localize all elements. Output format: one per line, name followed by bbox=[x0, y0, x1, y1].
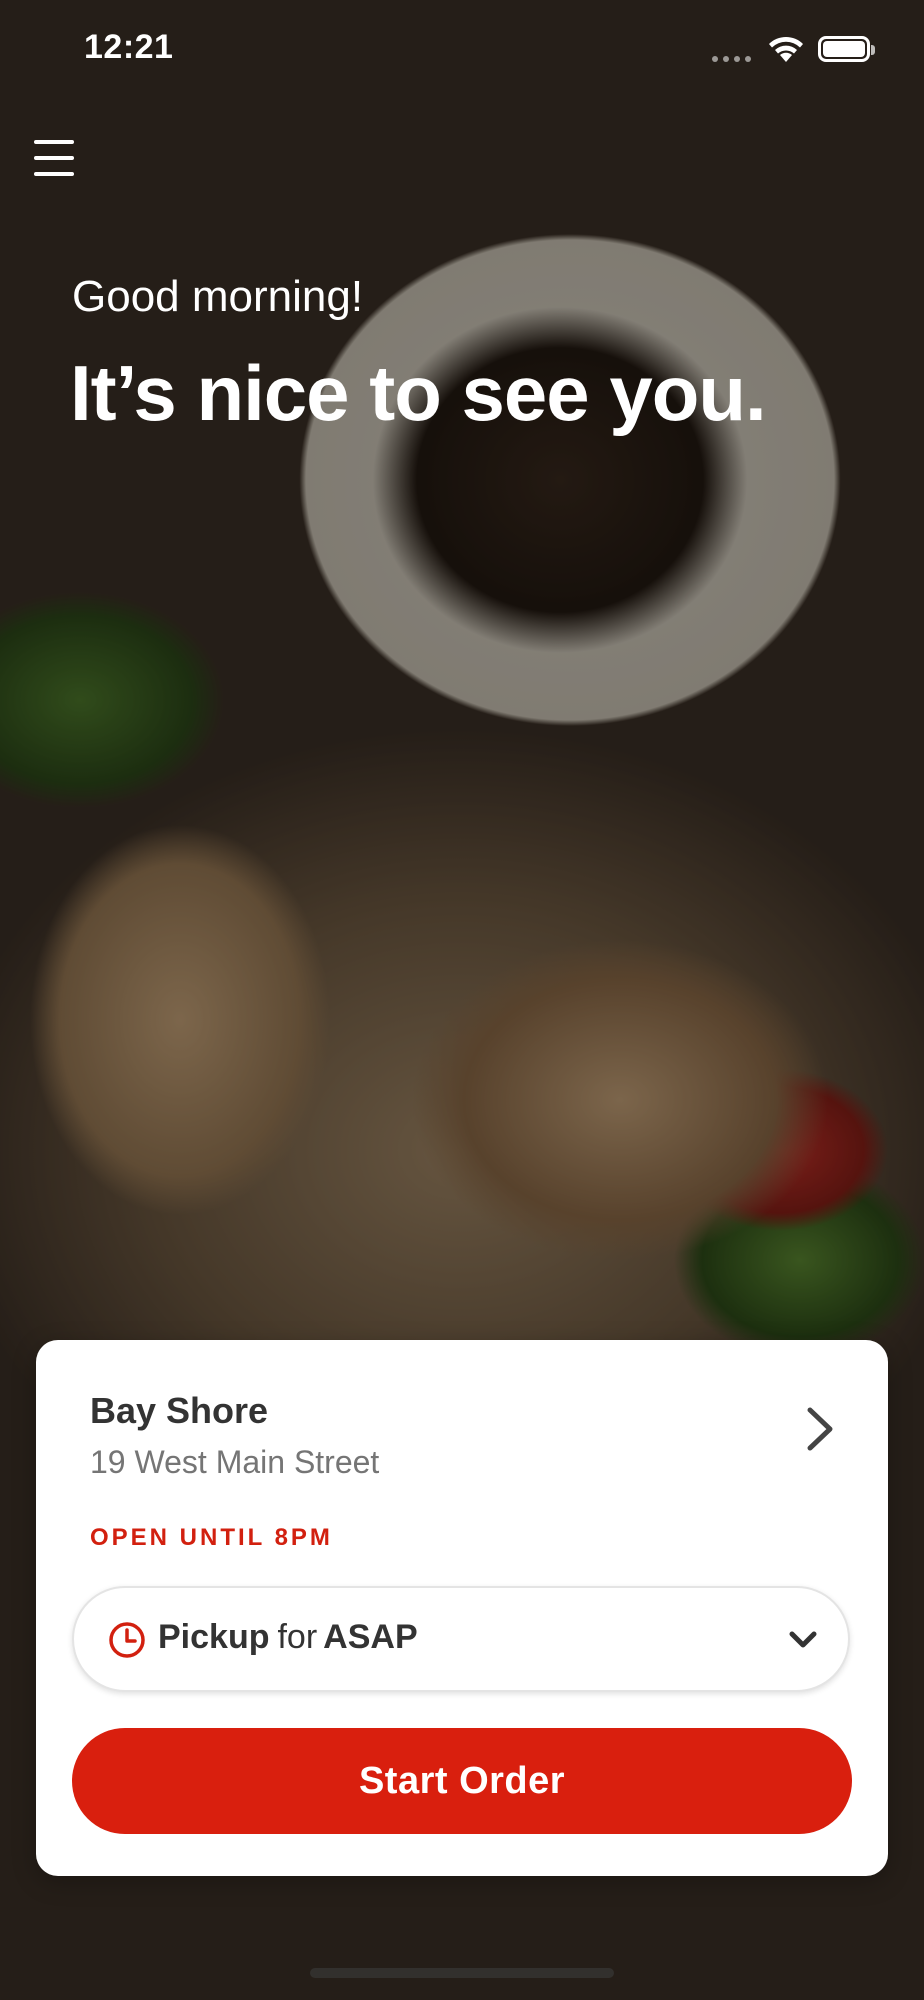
wifi-icon bbox=[769, 36, 803, 62]
order-mode-type: Pickup bbox=[158, 1618, 270, 1656]
status-bar: 12:21 bbox=[0, 0, 924, 100]
chevron-right-icon bbox=[807, 1407, 833, 1451]
cellular-signal-icon bbox=[712, 56, 751, 62]
home-screen: 12:21 Good morning! It’s nice to see you… bbox=[0, 0, 924, 2000]
order-mode-time: ASAP bbox=[323, 1618, 418, 1656]
clock-icon bbox=[109, 1622, 145, 1658]
start-order-button[interactable]: Start Order bbox=[72, 1728, 852, 1834]
chevron-down-icon bbox=[789, 1631, 817, 1648]
location-selector[interactable]: Bay Shore 19 West Main Street bbox=[36, 1340, 888, 1490]
open-status-label: OPEN UNTIL 8PM bbox=[90, 1524, 333, 1551]
location-card: Bay Shore 19 West Main Street OPEN UNTIL… bbox=[36, 1340, 888, 1876]
order-mode-text: Pickup for ASAP bbox=[158, 1618, 418, 1657]
location-name: Bay Shore bbox=[90, 1390, 269, 1431]
battery-icon bbox=[818, 36, 875, 62]
welcome-headline: It’s nice to see you. bbox=[70, 349, 767, 437]
location-address: 19 West Main Street bbox=[90, 1444, 380, 1480]
home-indicator[interactable] bbox=[310, 1968, 614, 1978]
order-mode-dropdown[interactable]: Pickup for ASAP bbox=[72, 1586, 850, 1692]
status-time: 12:21 bbox=[84, 28, 174, 66]
order-mode-connector: for bbox=[277, 1618, 318, 1656]
greeting-text: Good morning! bbox=[72, 272, 364, 321]
hamburger-menu-icon[interactable] bbox=[34, 140, 74, 176]
